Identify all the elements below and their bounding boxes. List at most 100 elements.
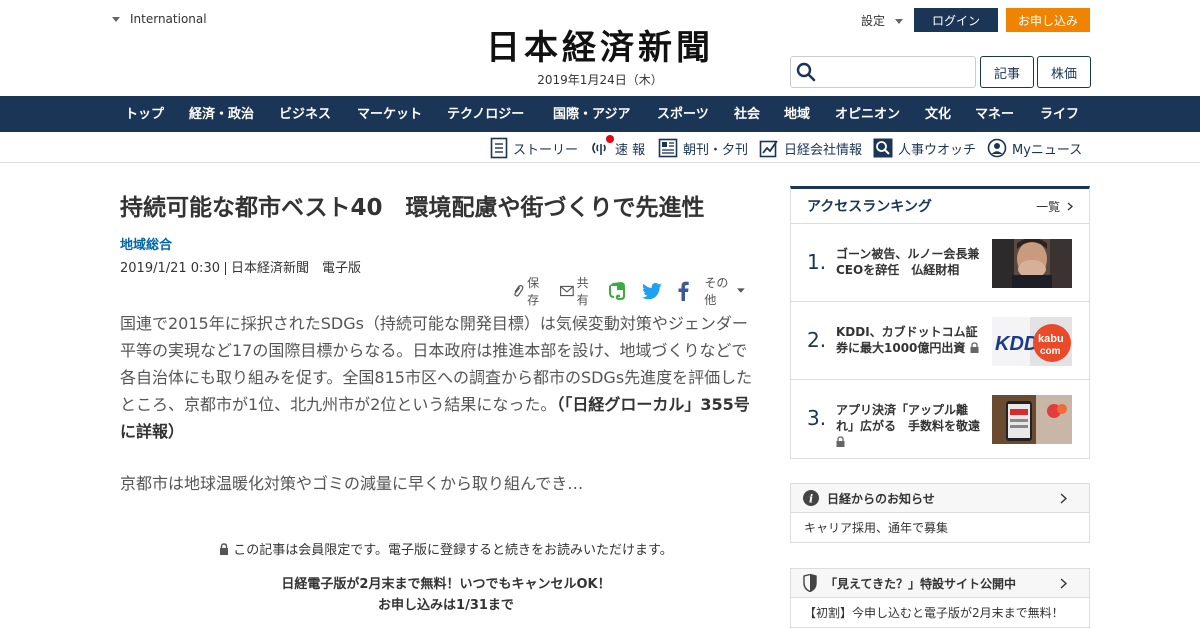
lock-icon <box>220 543 229 555</box>
nav-money[interactable]: マネー <box>975 96 1014 132</box>
body-line: 各自治体にも取り組みを促す。全国815市区への調査から都市のSDGs先進度を評価… <box>120 368 753 387</box>
search-icon[interactable] <box>796 62 816 82</box>
twitter-button[interactable] <box>642 282 665 300</box>
user-icon <box>987 138 1007 158</box>
chart-pen-icon <box>759 140 778 158</box>
nav-economy-politics[interactable]: 経済・政治 <box>189 96 254 132</box>
notice-title: 日経からのお知らせ <box>827 491 935 506</box>
save-button[interactable]: 保存 <box>512 274 548 308</box>
login-button[interactable]: ログイン <box>914 8 998 32</box>
ranking-more-label: 一覧 <box>1036 199 1061 214</box>
svg-text:i: i <box>809 493 813 506</box>
search-input[interactable] <box>820 58 970 86</box>
magnifier-icon <box>873 138 893 158</box>
subnav-personnel-watch[interactable]: 人事ウオッチ <box>873 136 976 160</box>
share-label: 共有 <box>576 276 589 307</box>
special-site-box[interactable]: 「見えてきた？」特設サイト公開中 【初割】今申し込むと電子版が2月末まで無料！ <box>790 568 1090 628</box>
notice-header: i 日経からのお知らせ <box>791 484 1089 513</box>
notice-body[interactable]: 【初割】今申し込むと電子版が2月末まで無料！ <box>791 598 1089 627</box>
evernote-icon <box>609 282 626 300</box>
nav-market[interactable]: マーケット <box>357 96 422 132</box>
body-reference: （「日経グローカル」355号 <box>556 395 750 414</box>
new-indicator-dot <box>606 135 614 143</box>
share-mail-button[interactable]: 共有 <box>559 274 598 308</box>
meta-divider <box>224 262 226 275</box>
nikkei-notice-box[interactable]: i 日経からのお知らせ キャリア採用、通年で募集 <box>790 483 1090 543</box>
site-logo[interactable]: 日本経済新聞 <box>452 28 748 68</box>
body-line: 国連で2015年に採択されたSDGs（持続可能な開発目標）は気候変動対策やジェン… <box>120 314 748 333</box>
nav-opinion[interactable]: オピニオン <box>835 96 900 132</box>
document-icon <box>490 137 508 159</box>
ranking-title-string: アプリ決済「アップル離れ」広がる 手数料を敬遠 <box>836 403 981 433</box>
share-toolbar: 保存 共有 その他 <box>512 276 760 307</box>
ranking-more-link[interactable]: 一覧 <box>1036 198 1073 215</box>
lock-icon <box>970 342 979 353</box>
ranking-thumbnail <box>992 239 1072 288</box>
promo-line-1: 日経電子版が2月末まで無料！いつでもキャンセルOK！ <box>281 577 611 592</box>
notice-title: 「見えてきた？」特設サイト公開中 <box>825 576 1017 591</box>
sidebar: アクセスランキング 一覧 1. ゴーン被告、ルノー会長兼CEOを辞任 仏経財相 … <box>790 186 1090 628</box>
twitter-icon <box>642 282 663 299</box>
body-line-text: ところ、京都市が1位、北九州市が2位という結果になった。 <box>120 395 557 414</box>
ranking-number: 3. <box>807 406 827 430</box>
top-header: International 日本経済新聞 2019年1月24日（木） 設定 ログ… <box>0 0 1200 96</box>
ranking-header: アクセスランキング 一覧 <box>791 189 1089 224</box>
sub-nav: ストーリー 速 報 朝刊・夕刊 日経会社情報 人事ウオッチ Myニュース <box>0 132 1200 163</box>
facebook-button[interactable] <box>677 281 692 301</box>
save-label: 保存 <box>527 276 540 307</box>
subnav-company-info[interactable]: 日経会社情報 <box>759 136 862 160</box>
search-box[interactable] <box>790 56 976 88</box>
ranking-item[interactable]: 3. アプリ決済「アップル離れ」広がる 手数料を敬遠 <box>791 380 1089 458</box>
article-search-button[interactable]: 記事 <box>980 56 1034 88</box>
settings-menu[interactable]: 設定 <box>861 12 904 29</box>
ranking-thumbnail: KDDIkabucom <box>992 317 1072 366</box>
nav-sports[interactable]: スポーツ <box>657 96 709 132</box>
evernote-button[interactable] <box>609 281 630 301</box>
ranking-item[interactable]: 1. ゴーン被告、ルノー会長兼CEOを辞任 仏経財相 <box>791 224 1089 302</box>
apply-button[interactable]: お申し込み <box>1006 8 1090 32</box>
ranking-title-string: KDDI、カブドットコム証券に最大1000億円出資 <box>836 325 978 355</box>
nav-culture[interactable]: 文化 <box>925 96 951 132</box>
subnav-newspaper[interactable]: 朝刊・夕刊 <box>658 136 748 160</box>
notice-header: 「見えてきた？」特設サイト公開中 <box>791 569 1089 598</box>
chevron-right-icon <box>1060 578 1067 589</box>
subnav-my-news[interactable]: Myニュース <box>987 136 1082 160</box>
subnav-story[interactable]: ストーリー <box>490 136 578 160</box>
region-label: International <box>130 12 207 26</box>
article-datetime: 2019/1/21 0:30 <box>120 261 220 276</box>
nav-business[interactable]: ビジネス <box>279 96 331 132</box>
paperclip-icon <box>514 285 524 297</box>
access-ranking: アクセスランキング 一覧 1. ゴーン被告、ルノー会長兼CEOを辞任 仏経財相 … <box>790 186 1090 459</box>
nav-top[interactable]: トップ <box>125 96 164 132</box>
members-only-text: この記事は会員限定です。電子版に登録すると続きをお読みいただけます。 <box>233 543 673 558</box>
ranking-title-text: KDDI、カブドットコム証券に最大1000億円出資 <box>836 324 984 356</box>
nav-region[interactable]: 地域 <box>784 96 810 132</box>
nav-society[interactable]: 社会 <box>734 96 760 132</box>
ranking-title-text: アプリ決済「アップル離れ」広がる 手数料を敬遠 <box>836 402 984 450</box>
facebook-icon <box>678 281 690 301</box>
newspaper-icon <box>658 138 678 158</box>
caret-down-icon <box>737 288 745 293</box>
subnav-personnel-watch-label: 人事ウオッチ <box>898 142 977 158</box>
ranking-item[interactable]: 2. KDDI、カブドットコム証券に最大1000億円出資 KDDI kabu com <box>791 302 1089 380</box>
main-nav: トップ 経済・政治 ビジネス マーケット テクノロジー 国際・アジア スポーツ … <box>0 96 1200 132</box>
body-line: 平等の実現など17の国際目標からなる。日本政府は推進本部を設け、地域づくりなどで <box>120 341 748 360</box>
subnav-breaking[interactable]: 速 報 <box>590 136 645 160</box>
stock-search-button[interactable]: 株価 <box>1037 56 1091 88</box>
subnav-newspaper-label: 朝刊・夕刊 <box>683 142 749 158</box>
nav-life[interactable]: ライフ <box>1040 96 1079 132</box>
more-share-button[interactable]: その他 <box>704 274 748 308</box>
article-body-continued: 京都市は地球温暖化対策やゴミの減量に早くから取り組んでき… <box>120 474 584 493</box>
header-date: 2019年1月24日（木） <box>537 73 663 87</box>
nav-technology[interactable]: テクノロジー <box>447 96 524 132</box>
region-selector[interactable]: International <box>112 12 207 26</box>
chevron-right-icon <box>1060 493 1067 504</box>
notice-body[interactable]: キャリア採用、通年で募集 <box>791 513 1089 542</box>
nav-international-asia[interactable]: 国際・アジア <box>553 96 630 132</box>
ranking-title-text: ゴーン被告、ルノー会長兼CEOを辞任 仏経財相 <box>836 247 980 277</box>
lock-icon <box>836 436 845 447</box>
subnav-my-news-label: Myニュース <box>1012 142 1083 158</box>
article-category[interactable]: 地域総合 <box>120 234 172 253</box>
other-label: その他 <box>704 276 729 307</box>
mail-icon <box>559 285 574 297</box>
